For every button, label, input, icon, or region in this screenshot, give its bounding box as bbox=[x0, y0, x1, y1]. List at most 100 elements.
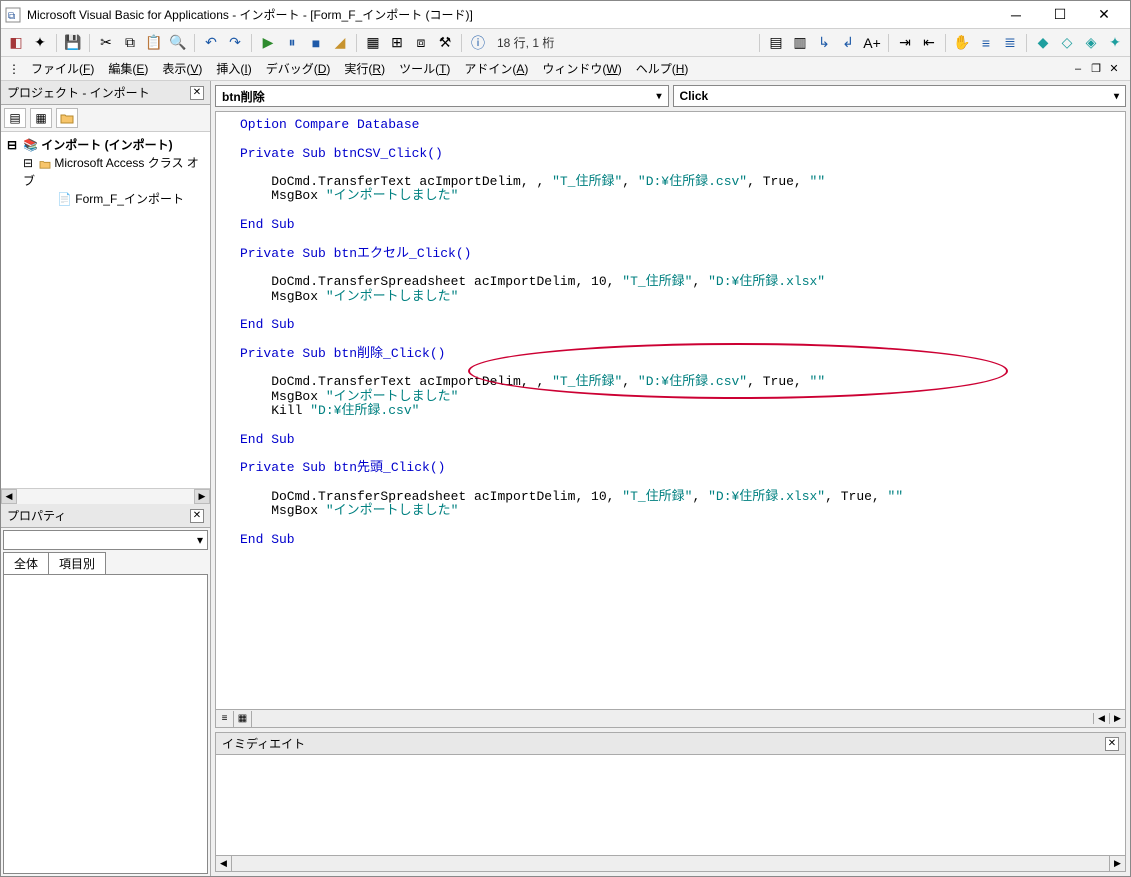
properties-panel-title: プロパティ ✕ bbox=[1, 504, 210, 528]
left-column: プロジェクト - インポート ✕ ▤ ▦ ⊟📚 インポート (インポート) ⊟ … bbox=[1, 81, 211, 876]
immediate-window: イミディエイト ✕ ◀ ▶ bbox=[215, 732, 1126, 872]
menu-edit[interactable]: 編集(E) bbox=[102, 58, 154, 79]
comment-icon[interactable]: ≡ bbox=[975, 32, 997, 54]
menu-view[interactable]: 表示(V) bbox=[156, 58, 208, 79]
edit-tb-icon-5[interactable]: A+ bbox=[861, 32, 883, 54]
project-tools: ▤ ▦ bbox=[1, 105, 210, 132]
view-code-icon[interactable]: ▤ bbox=[4, 108, 26, 128]
edit-tb-icon-2[interactable]: ▥ bbox=[789, 32, 811, 54]
properties-panel: ▾ 全体 項目別 bbox=[1, 528, 210, 876]
titlebar: ⧉ Microsoft Visual Basic for Application… bbox=[1, 1, 1130, 29]
properties-body[interactable] bbox=[3, 575, 208, 874]
menu-run[interactable]: 実行(R) bbox=[338, 58, 391, 79]
full-module-view-icon[interactable]: ▦ bbox=[234, 711, 252, 727]
run-icon[interactable]: ▶ bbox=[257, 32, 279, 54]
edit-tb-icon-1[interactable]: ▤ bbox=[765, 32, 787, 54]
design-icon[interactable]: ◢ bbox=[329, 32, 351, 54]
prev-bookmark-icon[interactable]: ◈ bbox=[1080, 32, 1102, 54]
main-toolbar: ◧ ✦ 💾 ✂ ⧉ 📋 🔍 ↶ ↷ ▶ ⏸ ■ ◢ ▦ ⊞ ⧈ ⚒ ⓘ 18 行… bbox=[1, 29, 1130, 57]
menu-addins[interactable]: アドイン(A) bbox=[458, 58, 534, 79]
properties-icon[interactable]: ⊞ bbox=[386, 32, 408, 54]
cursor-position: 18 行, 1 桁 bbox=[497, 34, 554, 51]
menu-debug[interactable]: デバッグ(D) bbox=[260, 58, 337, 79]
cut-icon[interactable]: ✂ bbox=[95, 32, 117, 54]
code-editor[interactable]: Option Compare Database Private Sub btnC… bbox=[215, 111, 1126, 710]
scroll-left-icon[interactable]: ◀ bbox=[1, 489, 17, 504]
edit-tb-icon-3[interactable]: ↳ bbox=[813, 32, 835, 54]
reset-icon[interactable]: ■ bbox=[305, 32, 327, 54]
undo-icon[interactable]: ↶ bbox=[200, 32, 222, 54]
svg-text:⧉: ⧉ bbox=[8, 11, 15, 22]
toggle-folders-icon[interactable] bbox=[56, 108, 78, 128]
menu-file[interactable]: ファイル(F) bbox=[25, 58, 100, 79]
help-icon[interactable]: ⓘ bbox=[467, 32, 489, 54]
mdi-minimize-button[interactable]: – bbox=[1070, 61, 1086, 77]
immediate-body[interactable] bbox=[215, 755, 1126, 856]
menu-window[interactable]: ウィンドウ(W) bbox=[536, 58, 627, 79]
annotation-circle bbox=[468, 343, 1008, 399]
scroll-right-icon[interactable]: ▶ bbox=[1109, 713, 1125, 724]
menubar: ⋮ ファイル(F) 編集(E) 表示(V) 挿入(I) デバッグ(D) 実行(R… bbox=[1, 57, 1130, 81]
right-column: btn削除 ▾ Click ▾ Option Compare Database … bbox=[211, 81, 1130, 876]
app-icon: ⧉ bbox=[5, 7, 21, 23]
uncomment-icon[interactable]: ≣ bbox=[999, 32, 1021, 54]
menu-tools[interactable]: ツール(T) bbox=[393, 58, 456, 79]
chevron-down-icon: ▾ bbox=[656, 91, 661, 102]
project-form[interactable]: 📄 Form_F_インポート bbox=[5, 190, 206, 208]
maximize-button[interactable]: ☐ bbox=[1038, 2, 1082, 28]
save-icon[interactable]: 💾 bbox=[62, 32, 84, 54]
properties-panel-label: プロパティ bbox=[7, 507, 66, 524]
next-bookmark-icon[interactable]: ◇ bbox=[1056, 32, 1078, 54]
procedure-view-icon[interactable]: ≡ bbox=[216, 711, 234, 727]
immediate-close-button[interactable]: ✕ bbox=[1105, 737, 1119, 751]
properties-object-dropdown[interactable]: ▾ bbox=[3, 530, 208, 550]
scroll-left-icon[interactable]: ◀ bbox=[1093, 713, 1109, 724]
project-hscroll[interactable]: ◀ ▶ bbox=[1, 488, 210, 504]
project-panel-close-button[interactable]: ✕ bbox=[190, 86, 204, 100]
mdi-close-button[interactable]: ✕ bbox=[1106, 61, 1122, 77]
toolbox-icon[interactable]: ⚒ bbox=[434, 32, 456, 54]
project-folder[interactable]: ⊟ Microsoft Access クラス オブ bbox=[5, 154, 206, 190]
access-icon[interactable]: ◧ bbox=[5, 32, 27, 54]
indent-icon[interactable]: ⇥ bbox=[894, 32, 916, 54]
project-explorer-icon[interactable]: ▦ bbox=[362, 32, 384, 54]
copy-icon[interactable]: ⧉ bbox=[119, 32, 141, 54]
window-title: Microsoft Visual Basic for Applications … bbox=[27, 6, 994, 23]
project-root[interactable]: ⊟📚 インポート (インポート) bbox=[5, 136, 206, 154]
project-panel-title: プロジェクト - インポート ✕ bbox=[1, 81, 210, 105]
scroll-left-icon[interactable]: ◀ bbox=[216, 856, 232, 871]
find-icon[interactable]: 🔍 bbox=[167, 32, 189, 54]
scroll-right-icon[interactable]: ▶ bbox=[1109, 856, 1125, 871]
menubar-grip-icon: ⋮ bbox=[5, 60, 23, 78]
properties-panel-close-button[interactable]: ✕ bbox=[190, 509, 204, 523]
object-combo-value: btn削除 bbox=[222, 88, 265, 105]
edit-tb-icon-4[interactable]: ↲ bbox=[837, 32, 859, 54]
code-footer: ≡ ▦ ◀ ▶ bbox=[215, 710, 1126, 728]
event-combo[interactable]: Click ▾ bbox=[673, 85, 1127, 107]
menu-help[interactable]: ヘルプ(H) bbox=[630, 58, 695, 79]
breakpoint-icon[interactable]: ✋ bbox=[951, 32, 973, 54]
immediate-title: イミディエイト bbox=[222, 735, 305, 752]
properties-tab-category[interactable]: 項目別 bbox=[48, 552, 106, 574]
outdent-icon[interactable]: ⇤ bbox=[918, 32, 940, 54]
view-object-icon[interactable]: ▦ bbox=[30, 108, 52, 128]
bookmark-icon[interactable]: ◆ bbox=[1032, 32, 1054, 54]
properties-tab-all[interactable]: 全体 bbox=[3, 552, 49, 574]
clear-bookmarks-icon[interactable]: ✦ bbox=[1104, 32, 1126, 54]
break-icon[interactable]: ⏸ bbox=[281, 32, 303, 54]
insert-module-icon[interactable]: ✦ bbox=[29, 32, 51, 54]
paste-icon[interactable]: 📋 bbox=[143, 32, 165, 54]
object-combo[interactable]: btn削除 ▾ bbox=[215, 85, 669, 107]
project-tree[interactable]: ⊟📚 インポート (インポート) ⊟ Microsoft Access クラス … bbox=[1, 132, 210, 488]
chevron-down-icon: ▾ bbox=[197, 533, 203, 547]
scroll-right-icon[interactable]: ▶ bbox=[194, 489, 210, 504]
mdi-restore-button[interactable]: ❐ bbox=[1088, 61, 1104, 77]
object-browser-icon[interactable]: ⧈ bbox=[410, 32, 432, 54]
main-area: プロジェクト - インポート ✕ ▤ ▦ ⊟📚 インポート (インポート) ⊟ … bbox=[1, 81, 1130, 876]
menu-insert[interactable]: 挿入(I) bbox=[210, 58, 257, 79]
close-button[interactable]: ✕ bbox=[1082, 2, 1126, 28]
event-combo-value: Click bbox=[680, 89, 709, 103]
chevron-down-icon: ▾ bbox=[1114, 91, 1119, 102]
redo-icon[interactable]: ↷ bbox=[224, 32, 246, 54]
minimize-button[interactable]: ─ bbox=[994, 2, 1038, 28]
